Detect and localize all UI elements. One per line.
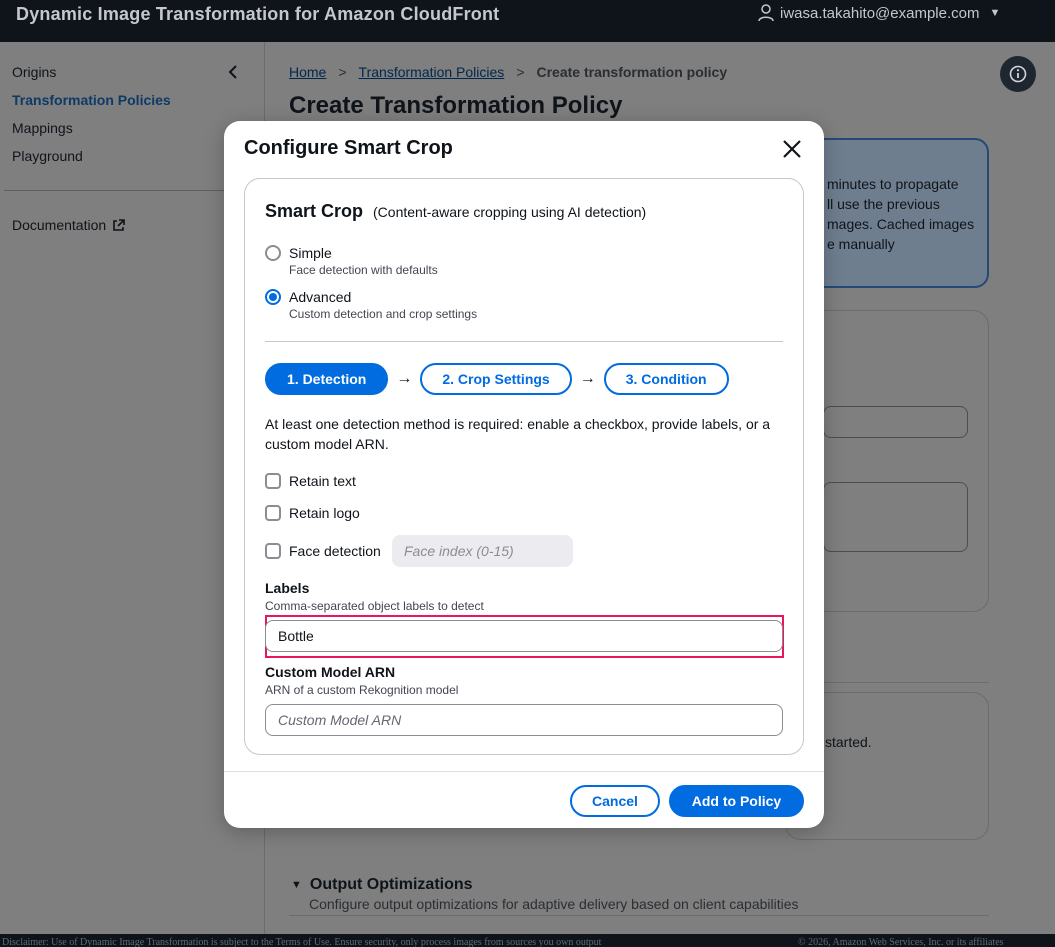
labels-field-description: Comma-separated object labels to detect	[265, 599, 484, 613]
checkbox-retain-logo[interactable]: Retain logo	[265, 505, 360, 521]
modal-title: Configure Smart Crop	[244, 137, 453, 159]
info-icon	[1009, 65, 1027, 83]
chevron-down-icon[interactable]: ▼	[989, 7, 1000, 19]
step-condition[interactable]: 3. Condition	[603, 363, 729, 395]
radio-description: Custom detection and crop settings	[289, 307, 478, 321]
name-input[interactable]	[823, 406, 968, 438]
close-icon[interactable]	[780, 137, 804, 161]
radio-button[interactable]	[265, 289, 281, 305]
checkbox[interactable]	[265, 543, 281, 559]
external-link-icon	[113, 218, 125, 231]
user-email: iwasa.takahito@example.com	[780, 4, 980, 22]
face-index-input[interactable]: Face index (0-15)	[392, 535, 573, 567]
page-footer: Disclaimer: Use of Dynamic Image Transfo…	[0, 934, 1055, 947]
arrow-right-icon: →	[579, 370, 596, 387]
custom-model-arn-input[interactable]: Custom Model ARN	[265, 704, 783, 736]
wizard-steps: 1. Detection → 2. Crop Settings → 3. Con…	[265, 363, 729, 395]
app-title[interactable]: Dynamic Image Transformation for Amazon …	[16, 4, 499, 25]
sidebar-item-playground[interactable]: Playground	[12, 148, 83, 164]
checkbox-face-detection[interactable]: Face detection	[265, 543, 381, 559]
disclaimer-text: Disclaimer: Use of Dynamic Image Transfo…	[2, 937, 602, 947]
chevron-right-icon: >	[516, 64, 525, 80]
checkbox-label: Retain logo	[289, 505, 360, 521]
sidebar-item-origins[interactable]: Origins	[12, 64, 56, 80]
radio-label: Advanced	[289, 289, 352, 305]
arrow-right-icon: →	[396, 370, 413, 387]
chevron-left-icon[interactable]	[226, 64, 240, 80]
section-header: Smart Crop (Content-aware cropping using…	[265, 201, 646, 222]
checkbox-label: Retain text	[289, 473, 356, 489]
smart-crop-modal: Configure Smart Crop Smart Crop (Content…	[224, 121, 824, 828]
info-button[interactable]	[1000, 56, 1036, 92]
radio-advanced[interactable]: Advanced Custom detection and crop setti…	[265, 287, 477, 321]
add-to-policy-button[interactable]: Add to Policy	[669, 785, 804, 817]
section-title: Smart Crop	[265, 201, 364, 221]
cancel-button[interactable]: Cancel	[570, 785, 660, 817]
radio-simple[interactable]: Simple Face detection with defaults	[265, 243, 438, 277]
output-optimizations-toggle[interactable]: ▼ Output Optimizations	[291, 876, 473, 894]
radio-button[interactable]	[265, 245, 281, 261]
breadcrumb-current: Create transformation policy	[536, 64, 728, 80]
sidebar-item-mappings[interactable]: Mappings	[12, 120, 73, 136]
checkbox-retain-text[interactable]: Retain text	[265, 473, 356, 489]
empty-state-text: started.	[825, 734, 872, 750]
breadcrumb-transformation-policies[interactable]: Transformation Policies	[359, 64, 505, 80]
description-textarea[interactable]	[823, 482, 968, 552]
step-detection[interactable]: 1. Detection	[265, 363, 389, 395]
copyright-text: © 2026, Amazon Web Services, Inc. or its…	[798, 937, 1004, 947]
sidebar-divider	[4, 190, 252, 191]
documentation-label: Documentation	[12, 217, 107, 233]
alert-line: e manually	[827, 236, 895, 252]
checkbox-label: Face detection	[289, 543, 381, 559]
radio-label: Simple	[289, 245, 332, 261]
user-menu[interactable]: iwasa.takahito@example.com ▼	[758, 4, 1000, 22]
breadcrumb-home[interactable]: Home	[289, 64, 326, 80]
modal-footer: Cancel Add to Policy	[570, 785, 804, 817]
smart-crop-container: Smart Crop (Content-aware cropping using…	[244, 178, 804, 755]
documentation-link[interactable]: Documentation	[12, 217, 125, 233]
modal-footer-divider	[224, 771, 824, 772]
section-description: (Content-aware cropping using AI detecti…	[373, 204, 647, 220]
chevron-right-icon: >	[338, 64, 347, 80]
radio-description: Face detection with defaults	[289, 263, 438, 277]
step-crop-settings[interactable]: 2. Crop Settings	[420, 363, 572, 395]
output-optimizations-heading: Output Optimizations	[309, 876, 473, 893]
breadcrumb: Home > Transformation Policies > Create …	[289, 64, 727, 80]
section-divider	[289, 915, 989, 916]
top-navigation: Dynamic Image Transformation for Amazon …	[0, 0, 1055, 42]
divider	[265, 341, 783, 342]
alert-line: mages. Cached images	[827, 216, 975, 232]
detection-help-text: At least one detection method is require…	[265, 416, 771, 452]
caret-down-icon: ▼	[291, 879, 302, 891]
output-optimizations-description: Configure output optimizations for adapt…	[309, 896, 799, 912]
labels-field-label: Labels	[265, 580, 310, 596]
custom-model-field-description: ARN of a custom Rekognition model	[265, 683, 459, 697]
custom-model-field-label: Custom Model ARN	[265, 664, 396, 680]
checkbox[interactable]	[265, 505, 281, 521]
sidebar-item-transformation-policies[interactable]: Transformation Policies	[12, 92, 171, 108]
labels-input[interactable]: Bottle	[265, 620, 783, 652]
user-icon	[758, 4, 774, 22]
alert-line: ll use the previous	[827, 196, 940, 212]
checkbox[interactable]	[265, 473, 281, 489]
page-title: Create Transformation Policy	[289, 92, 623, 119]
alert-line: minutes to propagate	[827, 176, 959, 192]
